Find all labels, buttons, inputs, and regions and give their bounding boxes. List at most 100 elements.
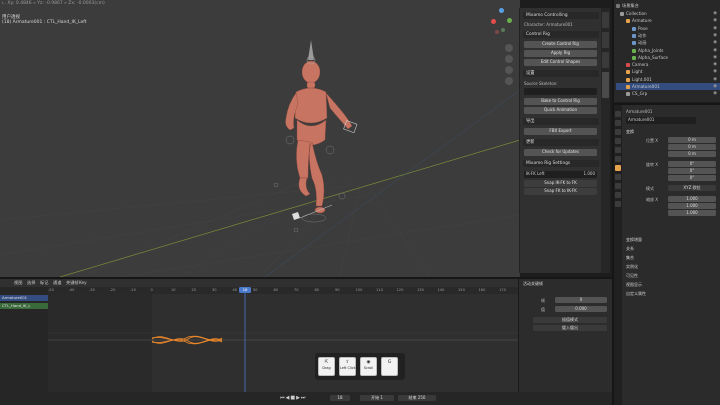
bake-to-control-rig-button[interactable]: Bake to Control Rig [524,98,597,105]
visibility-eye-icon[interactable]: ◉ [713,83,717,90]
outliner-row[interactable]: Alpha_Surface ◉ [616,54,720,61]
channel-row[interactable]: Armature001 [0,295,48,301]
foot-ik-control[interactable] [292,212,300,220]
physics-tab-icon[interactable] [615,183,621,189]
snap-fk-to-ikfk-button[interactable]: Snap FK to IK-FK [524,188,597,195]
output-tab-icon[interactable] [615,129,621,135]
keyframe-frame-field[interactable]: 0 [555,297,607,303]
camera-view-icon[interactable] [505,66,513,74]
rotation-mode-dropdown[interactable]: XYZ 欧拉 [668,185,716,191]
check-updates-button[interactable]: Check for Updates [524,149,597,156]
visibility-eye-icon[interactable]: ◉ [713,17,717,24]
footer-start-frame[interactable]: 开始 1 [360,395,394,401]
properties-section-header[interactable]: 实例化 [626,264,638,270]
outliner-row[interactable]: Camera ◉ [616,61,720,68]
fbx-export-button[interactable]: FBX Export [524,128,597,135]
playback-controls[interactable]: ⏮◀■▶⏭ [280,395,320,401]
location-z-field[interactable]: 0 m [668,151,716,157]
active-keyframe-header[interactable]: 活动关键帧 [523,281,543,287]
properties-section-header[interactable]: 集合 [626,255,634,261]
scale-z-field[interactable]: 1.000 [668,210,716,216]
mixamo-rig-settings-header[interactable]: Mixamo Rig Settings [523,160,599,167]
view-layer-tab-icon[interactable] [615,138,621,144]
world-tab-icon[interactable] [615,156,621,162]
edit-control-shapes-button[interactable]: Edit Control Shapes [524,59,597,66]
outliner-row[interactable]: Pose ◉ [616,25,720,32]
source-skeleton-field[interactable] [524,88,597,95]
gizmo-x-axis[interactable] [491,19,496,24]
outliner-row[interactable]: Collection ◉ [616,10,720,17]
modifier-tab-icon[interactable] [615,174,621,180]
outliner-row[interactable]: 动画 ◉ [616,39,720,46]
graph-menu-item[interactable]: 选择 [27,280,35,286]
outliner-row[interactable]: 动作 ◉ [616,32,720,39]
update-header[interactable]: 更新 [523,139,599,146]
gizmo-y-axis[interactable] [507,18,512,23]
outliner-row[interactable]: CS_Grp ◉ [616,90,720,97]
graph-menu-item[interactable]: 关键帧 [66,280,79,286]
scale-y-field[interactable]: 1.000 [668,203,716,209]
location-y-field[interactable]: 0 m [668,144,716,150]
settings-header[interactable]: 设置 [523,70,599,77]
footer-end-frame[interactable]: 结束 250 [398,395,436,401]
gizmo-neg-y[interactable] [501,28,505,32]
constraint-tab-icon[interactable] [615,192,621,198]
visibility-eye-icon[interactable]: ◉ [713,61,717,68]
properties-section-header[interactable]: 变换增量 [626,237,642,243]
graph-menu-item[interactable]: 标记 [40,280,48,286]
channel-row[interactable]: CTL_Hand_IK_L [0,303,48,309]
visibility-eye-icon[interactable]: ◉ [713,54,717,61]
playback-buttons-icon[interactable]: ⏮◀■▶⏭ [280,395,306,401]
outliner-row[interactable]: Armature001 ◉ [616,83,720,90]
tab-view[interactable] [602,12,609,28]
outliner-scene-collection[interactable]: 场景集合 [616,2,720,9]
graph-menu-item[interactable]: 通道 [53,280,61,286]
foot-ik-bone[interactable] [299,204,333,219]
transform-header[interactable]: 变换 [626,129,634,135]
head-control-shape[interactable] [308,40,314,60]
control-rig-header[interactable]: Control Rig [523,31,599,38]
tab-item[interactable] [602,52,609,68]
tab-tool[interactable] [602,32,609,48]
rotation-x-field[interactable]: 0° [668,161,716,167]
location-x-field[interactable]: 0 m [668,137,716,143]
outliner-row[interactable]: Light ◉ [616,68,720,75]
graph-area[interactable]: -50 -40 -30 -20 -10 0 10 20 30 40 50 60 70 80 90 100 110… [48,287,518,392]
character-mesh[interactable] [285,60,353,214]
apply-rig-button[interactable]: Apply Rig [524,50,597,57]
visibility-eye-icon[interactable]: ◉ [713,25,717,32]
tool-tab-icon[interactable] [615,111,621,117]
properties-section-header[interactable]: 自定义属性 [626,291,646,297]
object-name-field[interactable]: Armature001 [626,117,696,124]
export-header[interactable]: 导出 [523,118,599,125]
render-tab-icon[interactable] [615,120,621,126]
mixamo-panel-title[interactable]: Mixamo Controlling [523,12,599,19]
quick-animation-button[interactable]: Quick Animation [524,107,597,114]
tab-mixamo[interactable] [602,72,609,98]
gizmo-neg-x[interactable] [495,30,499,34]
visibility-eye-icon[interactable]: ◉ [713,39,717,46]
snap-ikfk-to-fk-button[interactable]: Snap IK-FK to FK [524,180,597,187]
visibility-eye-icon[interactable]: ◉ [713,68,717,75]
scene-tab-icon[interactable] [615,147,621,153]
visibility-eye-icon[interactable]: ◉ [713,32,717,39]
visibility-eye-icon[interactable]: ◉ [713,90,717,97]
graph-menu-item[interactable]: 视图 [14,280,22,286]
ikfk-slider[interactable]: IK-FK Left 1.000 [524,171,597,178]
graph-menu-item[interactable]: Key [79,280,87,285]
visibility-eye-icon[interactable]: ◉ [713,10,717,17]
zoom-icon[interactable] [505,44,513,52]
gizmo-z-axis[interactable] [499,8,504,13]
footer-current-frame[interactable]: 18 [330,395,350,401]
interpolation-dropdown[interactable]: 插值模式 [533,317,607,323]
keyframe-value-field[interactable]: 0.000 [555,306,607,312]
rotation-z-field[interactable]: 0° [668,175,716,181]
properties-section-header[interactable]: 可见性 [626,273,638,279]
outliner-row[interactable]: Armature ◉ [616,17,720,24]
properties-section-header[interactable]: 视图显示 [626,282,642,288]
easing-dropdown[interactable]: 缓入缓出 [533,325,607,331]
pan-hand-icon[interactable] [505,55,513,63]
visibility-eye-icon[interactable]: ◉ [713,76,717,83]
graph-curves[interactable] [48,287,518,392]
navigation-gizmo[interactable] [487,8,517,38]
